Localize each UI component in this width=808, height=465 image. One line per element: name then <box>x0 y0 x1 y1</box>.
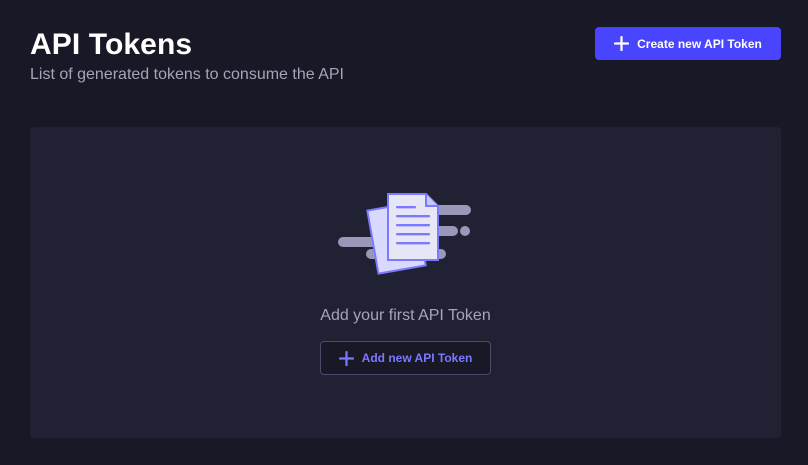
documents-icon <box>338 193 471 275</box>
plus-icon <box>614 36 630 51</box>
add-api-token-button[interactable]: Add new API Token <box>320 341 491 375</box>
page-title: API Tokens <box>30 28 193 61</box>
create-api-token-button[interactable]: Create new API Token <box>595 27 781 60</box>
plus-icon <box>338 350 354 366</box>
create-api-token-label: Create new API Token <box>637 36 762 51</box>
empty-state-message: Add your first API Token <box>320 307 491 324</box>
api-tokens-page: API Tokens List of generated tokens to c… <box>0 0 808 465</box>
empty-state-panel: Add your first API Token Add new API Tok… <box>30 127 781 438</box>
add-api-token-label: Add new API Token <box>361 351 473 365</box>
page-subtitle: List of generated tokens to consume the … <box>30 66 344 83</box>
